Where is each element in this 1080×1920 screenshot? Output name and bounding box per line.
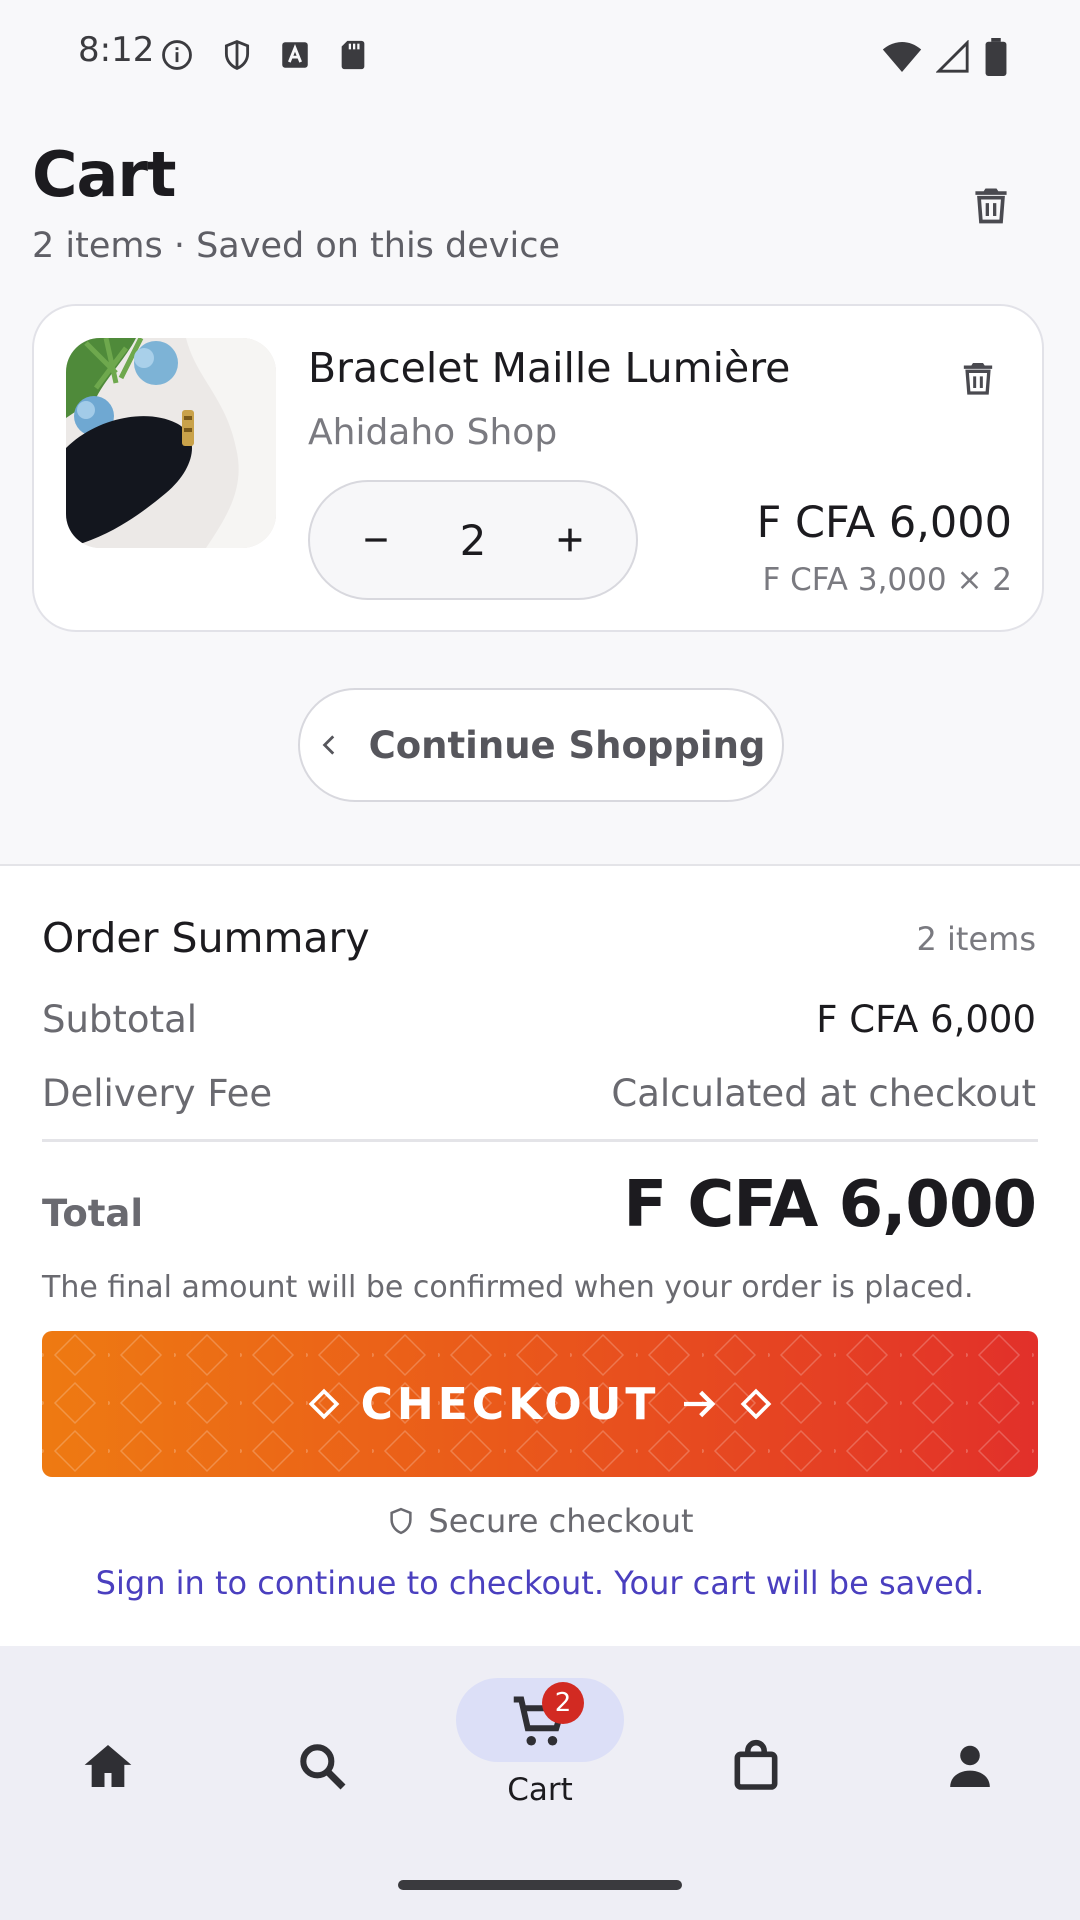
status-time: 8:12 <box>78 30 155 70</box>
subtotal-value: F CFA 6,000 <box>816 998 1036 1041</box>
shop-name: Ahidaho Shop <box>308 412 558 453</box>
nav-search[interactable] <box>262 1716 382 1816</box>
total-value: F CFA 6,000 <box>623 1168 1037 1242</box>
sd-card-icon <box>341 40 365 70</box>
summary-divider <box>42 1139 1038 1142</box>
search-icon <box>300 1744 346 1790</box>
diamond-icon <box>741 1388 772 1420</box>
product-name[interactable]: Bracelet Maille Lumière <box>308 344 790 392</box>
trash-icon <box>963 363 993 395</box>
shield-icon <box>390 1507 413 1535</box>
secure-checkout-text: Secure checkout <box>428 1502 694 1540</box>
minus-icon <box>365 538 387 542</box>
order-summary-title: Order Summary <box>42 914 370 962</box>
font-status-icon <box>282 42 308 68</box>
quantity-value: 2 <box>459 515 487 565</box>
continue-shopping-label: Continue Shopping <box>368 723 766 767</box>
cart-badge: 2 <box>542 1682 584 1724</box>
total-label: Total <box>42 1192 144 1235</box>
remove-item-button[interactable] <box>950 350 1006 406</box>
unit-price: F CFA 3,000 × 2 <box>762 562 1012 598</box>
increase-quantity-button[interactable] <box>542 512 598 568</box>
page-title: Cart <box>32 138 177 211</box>
nav-cart-label: Cart <box>507 1772 573 1808</box>
info-icon <box>162 40 192 70</box>
quantity-stepper: 2 <box>308 480 638 600</box>
arrow-right-icon <box>684 1390 716 1418</box>
nav-cart[interactable] <box>480 1672 600 1772</box>
sign-in-link[interactable]: Sign in to continue to checkout. Your ca… <box>0 1564 1080 1602</box>
clear-cart-button[interactable] <box>962 176 1020 234</box>
delivery-fee-value: Calculated at checkout <box>611 1072 1036 1115</box>
plus-icon <box>558 528 582 552</box>
wifi-icon <box>882 42 922 72</box>
nav-orders[interactable] <box>696 1716 816 1816</box>
checkout-label: CHECKOUT <box>360 1378 660 1430</box>
shield-status-icon <box>224 40 250 70</box>
chevron-left-icon <box>322 735 334 755</box>
signal-icon <box>936 40 969 73</box>
trash-icon <box>975 188 1007 224</box>
delivery-fee-label: Delivery Fee <box>42 1072 273 1115</box>
battery-icon <box>985 38 1007 76</box>
home-indicator[interactable] <box>398 1880 682 1890</box>
line-total: F CFA 6,000 <box>756 498 1012 548</box>
home-icon <box>84 1745 132 1787</box>
status-indicators <box>882 38 1008 76</box>
order-item-count: 2 items <box>916 920 1037 958</box>
continue-shopping-button[interactable]: Continue Shopping <box>298 688 784 802</box>
nav-profile[interactable] <box>910 1716 1030 1816</box>
shopping-bag-icon <box>734 1739 778 1790</box>
person-icon <box>950 1745 990 1787</box>
subtotal-label: Subtotal <box>42 998 198 1041</box>
final-amount-note: The final amount will be confirmed when … <box>42 1270 974 1305</box>
page-subtitle: 2 items · Saved on this device <box>32 226 561 266</box>
product-image[interactable] <box>66 338 276 548</box>
diamond-icon <box>308 1388 339 1420</box>
secure-checkout-note: Secure checkout <box>0 1502 1080 1540</box>
checkout-button[interactable]: CHECKOUT <box>42 1331 1038 1477</box>
decrease-quantity-button[interactable] <box>348 512 404 568</box>
nav-home[interactable] <box>48 1716 168 1816</box>
